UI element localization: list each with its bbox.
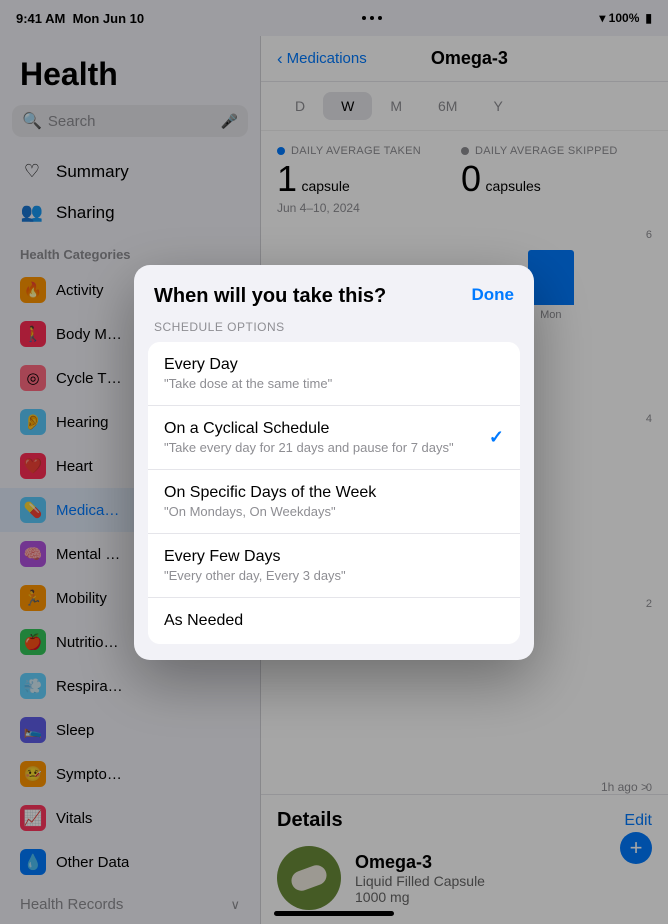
option-specific-days[interactable]: On Specific Days of the Week "On Mondays,…	[148, 470, 520, 534]
schedule-section-label: SCHEDULE OPTIONS	[134, 314, 534, 342]
option-title-few-days: Every Few Days	[164, 548, 504, 566]
modal-question: When will you take this?	[154, 285, 460, 308]
modal-header: When will you take this? Done	[134, 265, 534, 314]
option-checkmark-cyclical: ✓	[489, 427, 504, 448]
modal-options-list: Every Day "Take dose at the same time" On …	[148, 342, 520, 644]
option-title-every-day: Every Day	[164, 356, 504, 374]
option-text-as-needed: As Needed	[164, 612, 504, 630]
option-cyclical[interactable]: On a Cyclical Schedule "Take every day fo…	[148, 406, 520, 470]
option-title-cyclical: On a Cyclical Schedule	[164, 420, 489, 438]
schedule-modal: When will you take this? Done SCHEDULE O…	[134, 265, 534, 660]
option-every-day[interactable]: Every Day "Take dose at the same time"	[148, 342, 520, 406]
option-as-needed[interactable]: As Needed	[148, 598, 520, 644]
modal-done-button[interactable]: Done	[460, 285, 515, 305]
option-subtitle-every-day: "Take dose at the same time"	[164, 376, 504, 391]
option-subtitle-specific-days: "On Mondays, On Weekdays"	[164, 504, 504, 519]
option-text-few-days: Every Few Days "Every other day, Every 3 …	[164, 548, 504, 583]
option-subtitle-cyclical: "Take every day for 21 days and pause fo…	[164, 440, 489, 455]
option-subtitle-few-days: "Every other day, Every 3 days"	[164, 568, 504, 583]
option-title-as-needed: As Needed	[164, 612, 504, 630]
option-text-every-day: Every Day "Take dose at the same time"	[164, 356, 504, 391]
home-indicator	[274, 911, 394, 916]
option-text-specific-days: On Specific Days of the Week "On Mondays,…	[164, 484, 504, 519]
option-text-cyclical: On a Cyclical Schedule "Take every day fo…	[164, 420, 489, 455]
option-few-days[interactable]: Every Few Days "Every other day, Every 3 …	[148, 534, 520, 598]
option-title-specific-days: On Specific Days of the Week	[164, 484, 504, 502]
modal-overlay: When will you take this? Done SCHEDULE O…	[0, 0, 668, 924]
